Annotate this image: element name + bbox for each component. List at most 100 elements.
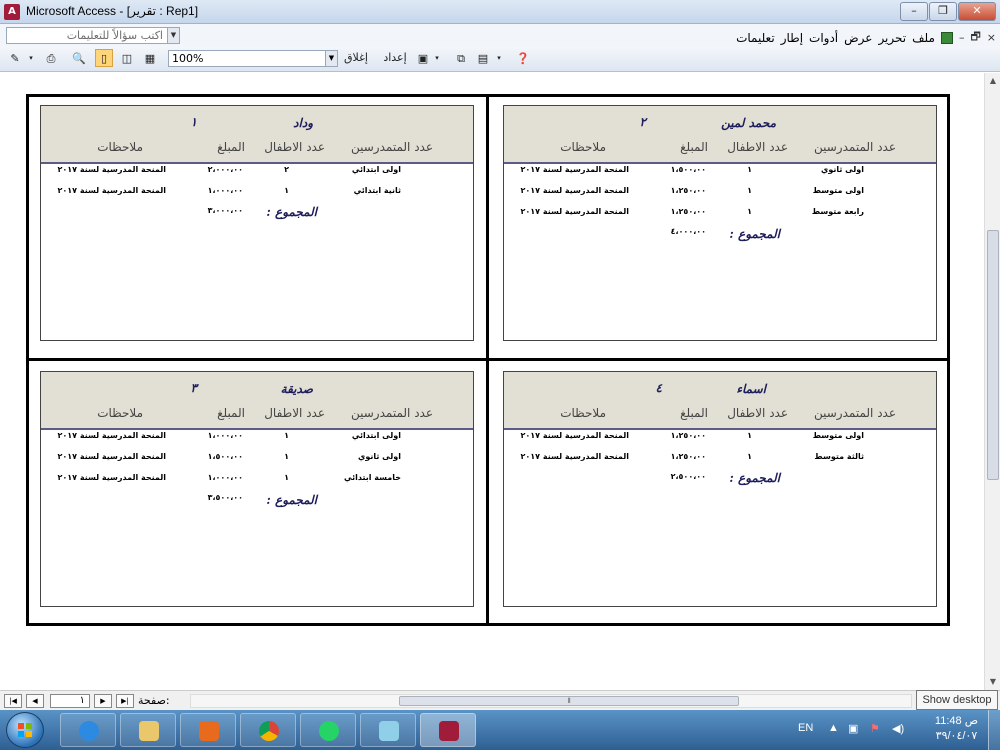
chevron-down-icon[interactable]: ▼ <box>167 28 179 43</box>
scroll-up-icon[interactable]: ▲ <box>985 73 1000 89</box>
row-amount: ١،٢٥٠،٠٠ <box>670 431 706 440</box>
page-number-input[interactable]: ١ <box>50 694 90 708</box>
zoom-icon[interactable]: 🔍 <box>70 49 88 67</box>
office-links-icon[interactable]: ▣ <box>414 49 432 67</box>
help-icon[interactable]: ❓ <box>514 49 532 67</box>
row-amount: ١،٠٠٠،٠٠ <box>207 473 243 482</box>
menu-help[interactable]: تعليمات <box>736 31 775 45</box>
beneficiary-number: ١ <box>190 115 197 129</box>
previous-page-icon[interactable]: ◀ <box>26 694 44 708</box>
chevron-down-icon[interactable]: ▾ <box>494 49 504 69</box>
window-title: Microsoft Access - [تقرير : Rep1] <box>26 4 199 18</box>
chevron-down-icon[interactable]: ▼ <box>325 51 337 66</box>
row-level: اولى ثانوي <box>821 165 864 174</box>
first-page-icon[interactable]: |◀ <box>4 694 22 708</box>
row-level: اولى ابتدائي <box>351 165 401 174</box>
vertical-scrollbar[interactable]: ▲ ▼ <box>984 73 1000 690</box>
ask-question-box[interactable]: اكتب سؤالاً للتعليمات ▼ <box>6 27 180 44</box>
beneficiary-number: ٣ <box>190 381 197 395</box>
taskbar-chrome[interactable] <box>240 713 296 747</box>
close-button[interactable]: ✕ <box>958 2 996 21</box>
card-header: صديقة ٣ عدد المتمدرسين عدد الاطفال المبل… <box>41 372 473 430</box>
two-pages-icon[interactable]: ◫ <box>118 49 136 67</box>
scroll-thumb[interactable] <box>987 230 999 480</box>
taskbar-media-player[interactable] <box>180 713 236 747</box>
zoom-select[interactable]: 100% ▼ <box>168 50 338 67</box>
col-children: عدد الاطفال <box>727 406 788 420</box>
col-children: عدد الاطفال <box>264 406 325 420</box>
one-page-icon[interactable]: ▯ <box>95 49 113 67</box>
close-preview-button[interactable]: إغلاق <box>344 49 368 69</box>
start-button[interactable] <box>6 712 44 748</box>
taskbar-access[interactable] <box>420 713 476 747</box>
mdi-minimize-icon[interactable]: – <box>959 31 965 44</box>
taskbar-internet-explorer[interactable] <box>60 713 116 747</box>
menu-view[interactable]: عرض <box>844 31 872 45</box>
chevron-down-icon[interactable]: ▾ <box>432 49 442 69</box>
internet-explorer-icon <box>79 721 99 741</box>
scroll-thumb[interactable]: ⦀ <box>399 696 739 706</box>
next-page-icon[interactable]: ▶ <box>94 694 112 708</box>
print-icon[interactable]: ⎙ <box>42 49 60 67</box>
mdi-close-icon[interactable]: × <box>987 31 996 44</box>
taskbar-file-explorer[interactable] <box>120 713 176 747</box>
col-notes: ملاحظات <box>560 406 606 420</box>
title-bar: A Microsoft Access - [تقرير : Rep1] – ❐ … <box>0 0 1000 24</box>
row-amount: ١،٢٥٠،٠٠ <box>670 186 706 195</box>
menu-edit[interactable]: تحرير <box>878 31 906 45</box>
row-notes: المنحة المدرسية لسنة ٢٠١٧ <box>520 452 629 461</box>
menu-items: × 🗗 – ملف تحرير عرض أدوات إطار تعليمات <box>736 28 996 47</box>
row-notes: المنحة المدرسية لسنة ٢٠١٧ <box>57 186 166 195</box>
col-children: عدد الاطفال <box>264 140 325 154</box>
volume-icon[interactable]: ◀) <box>892 722 904 735</box>
minimize-button[interactable]: – <box>900 2 928 21</box>
last-page-icon[interactable]: ▶| <box>116 694 134 708</box>
row-notes: المنحة المدرسية لسنة ٢٠١٧ <box>57 473 166 482</box>
beneficiary-card: اسماء ٤ عدد المتمدرسين عدد الاطفال المبل… <box>503 371 937 607</box>
total-label: المجموع : <box>729 471 780 485</box>
multiple-pages-icon[interactable]: ▦ <box>141 49 159 67</box>
horizontal-scrollbar[interactable]: ⦀ <box>190 694 912 708</box>
menu-file[interactable]: ملف <box>912 31 935 45</box>
row-level: خامسة ابتدائي <box>344 473 401 482</box>
taskbar-whatsapp[interactable] <box>300 713 356 747</box>
row-amount: ١،٥٠٠،٠٠ <box>670 165 706 174</box>
zoom-value: 100% <box>172 52 204 65</box>
col-trainees: عدد المتمدرسين <box>350 406 433 420</box>
total-label: المجموع : <box>266 493 317 507</box>
beneficiary-number: ٤ <box>655 381 662 395</box>
show-hidden-icons-icon[interactable]: ▲ <box>828 722 839 734</box>
total-label: المجموع : <box>729 227 780 241</box>
clock[interactable]: 11:48 ص ٣٩/٠٤/٠٧ <box>935 714 978 744</box>
action-center-icon[interactable]: ⚑ <box>870 722 880 735</box>
language-indicator[interactable]: EN <box>798 722 813 734</box>
row-level: ثانية ابتدائي <box>353 186 401 195</box>
row-amount: ١،٠٠٠،٠٠ <box>207 431 243 440</box>
new-object-icon[interactable]: ▤ <box>474 49 492 67</box>
ask-question-placeholder: اكتب سؤالاً للتعليمات <box>66 29 163 42</box>
clock-time: 11:48 ص <box>934 715 978 727</box>
show-desktop-button[interactable] <box>988 710 1000 750</box>
restore-button[interactable]: ❐ <box>929 2 957 21</box>
row-level: اولى ثانوي <box>358 452 401 461</box>
row-children: ١ <box>284 186 289 195</box>
chevron-down-icon[interactable]: ▾ <box>26 49 36 69</box>
report-doc-icon <box>940 31 953 44</box>
taskbar-notepad[interactable] <box>360 713 416 747</box>
card-header: محمد لمين ٢ عدد المتمدرسين عدد الاطفال ا… <box>504 106 936 164</box>
total-value: ٣،٠٠٠،٠٠ <box>207 206 243 215</box>
design-view-icon[interactable]: ✎ <box>6 49 24 67</box>
row-notes: المنحة المدرسية لسنة ٢٠١٧ <box>57 431 166 440</box>
col-amount: المبلغ <box>680 406 708 420</box>
row-notes: المنحة المدرسية لسنة ٢٠١٧ <box>520 186 629 195</box>
beneficiary-card: محمد لمين ٢ عدد المتمدرسين عدد الاطفال ا… <box>503 105 937 341</box>
network-icon[interactable]: ▣ <box>848 722 858 735</box>
access-app-icon[interactable]: A <box>4 4 20 20</box>
page-setup-button[interactable]: إعداد <box>380 49 410 69</box>
total-value: ٣،٥٠٠،٠٠ <box>207 493 243 502</box>
menu-tools[interactable]: أدوات <box>809 31 838 45</box>
menu-window[interactable]: إطار <box>781 31 803 45</box>
mdi-restore-icon[interactable]: 🗗 <box>970 28 980 47</box>
database-window-icon[interactable]: ⧉ <box>452 49 470 67</box>
scroll-down-icon[interactable]: ▼ <box>985 674 1000 690</box>
